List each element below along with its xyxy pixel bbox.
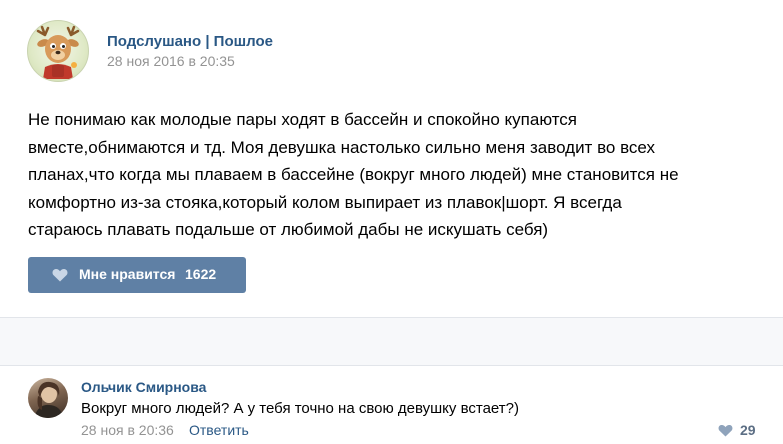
group-avatar[interactable] [27, 20, 89, 82]
comment-item: Ольчик Смирнова Вокруг много людей? А у … [0, 365, 783, 444]
deer-avatar-icon [36, 25, 80, 79]
comment-text: Вокруг много людей? А у тебя точно на св… [81, 400, 519, 417]
heart-icon [52, 269, 68, 282]
like-label: Мне нравится [79, 266, 176, 282]
like-count: 1622 [185, 266, 217, 282]
reply-link[interactable]: Ответить [189, 422, 249, 438]
section-divider [0, 317, 783, 366]
post-date[interactable]: 28 ноя 2016 в 20:35 [107, 53, 235, 69]
group-name-link[interactable]: Подслушано | Пошлое [107, 33, 273, 50]
post-text: Не понимаю как молодые пары ходят в басс… [28, 106, 768, 244]
post-text-line: планах,что когда мы плаваем в бассейне (… [28, 165, 679, 184]
comment-author-avatar[interactable] [28, 378, 68, 418]
post-text-line: стараюсь плавать подальше от любимой даб… [28, 220, 549, 239]
comment-like-count: 29 [740, 422, 756, 438]
comment-date[interactable]: 28 ноя в 20:36 [81, 422, 174, 438]
post-text-line: комфортно из-за стояка,который колом вып… [28, 192, 622, 212]
post-text-line: вместе,обнимаются и тд. Моя девушка наст… [28, 137, 656, 157]
like-button[interactable]: Мне нравится 1622 [28, 257, 246, 293]
avatar-photo [34, 381, 64, 418]
heart-icon [718, 424, 733, 437]
post-text-line: Не понимаю как молодые пары ходят в басс… [28, 110, 578, 129]
comment-author-link[interactable]: Ольчик Смирнова [81, 379, 206, 395]
